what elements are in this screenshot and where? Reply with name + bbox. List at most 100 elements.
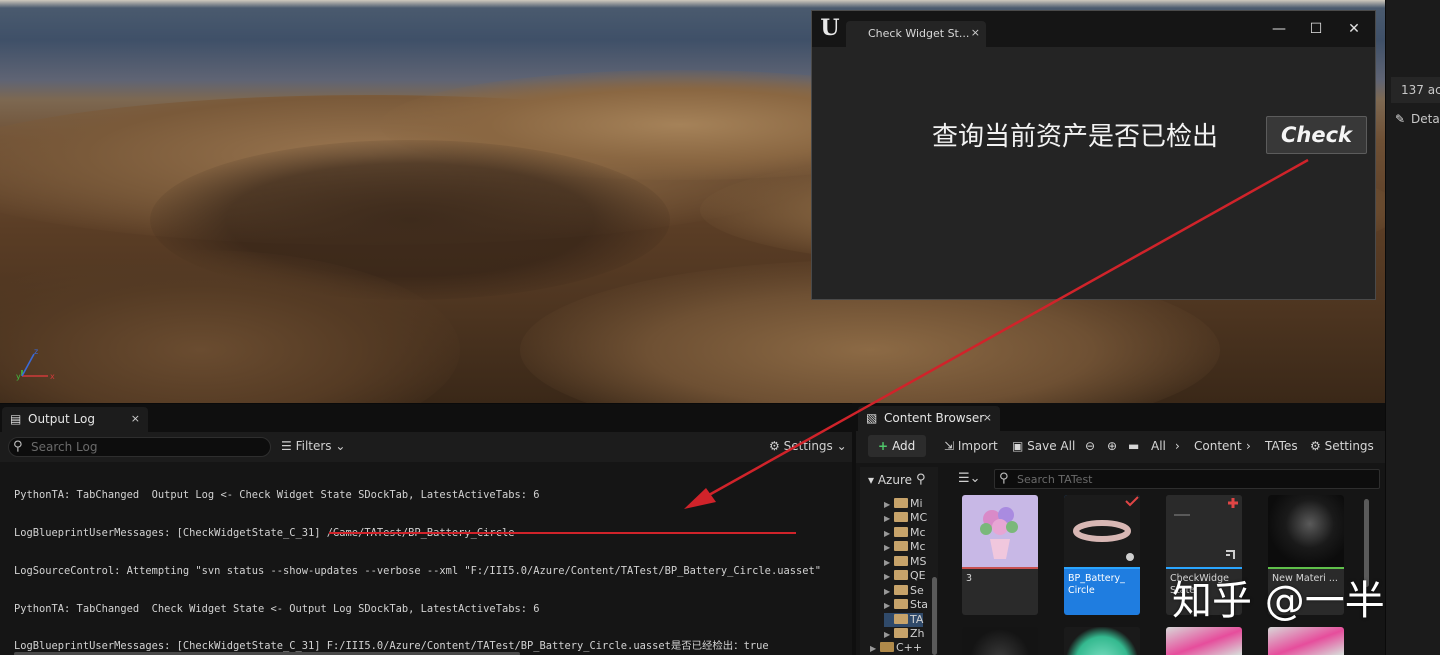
log-search-input[interactable] (31, 439, 261, 455)
widget-blueprint-icon (1174, 498, 1238, 559)
tab-close-icon[interactable]: × (983, 411, 992, 424)
folder-label: Se (910, 584, 924, 597)
chevron-right-icon: ▶ (884, 529, 891, 538)
check-button[interactable]: Check (1266, 116, 1367, 154)
tab-output-log[interactable]: ▤ Output Log × (2, 407, 148, 432)
folder-icon (894, 541, 908, 551)
watermark-text: 知乎 @一半 (1172, 578, 1385, 624)
search-icon: ⚲ (999, 471, 1009, 486)
tab-close-icon[interactable]: × (131, 412, 140, 425)
svg-text:z: z (34, 348, 38, 356)
pencil-icon: ✎ (1394, 112, 1406, 126)
minimize-button[interactable]: — (1267, 19, 1291, 39)
settings-label: Settings (1324, 439, 1374, 453)
tab-content-browser[interactable]: ▧ Content Browser × (858, 406, 1000, 431)
chevron-down-icon: ⌄ (331, 439, 346, 453)
asset-thumbnail (1064, 495, 1140, 567)
asset-tile-selected[interactable]: BP_Battery_ Circle (1064, 495, 1140, 615)
tab-label: Content Browser (884, 411, 985, 425)
asset-tile[interactable]: 3 (962, 495, 1038, 615)
folder-item[interactable]: ▶ Zh (884, 627, 925, 641)
save-all-button[interactable]: ▣ Save All (1012, 439, 1075, 453)
folder-item-selected[interactable]: TA (884, 613, 924, 627)
asset-thumbnail (962, 495, 1038, 567)
breadcrumb-content[interactable]: Content (1194, 439, 1242, 453)
vertical-scrollbar[interactable] (932, 577, 937, 655)
folder-item[interactable]: ▶ Mi (884, 497, 923, 511)
asset-thumbnail[interactable] (962, 627, 1038, 655)
asset-view: ☰⌄ ⚲ 3 BP_Batte (952, 467, 1385, 655)
folder-label: Mi (910, 497, 923, 510)
import-label: Import (957, 439, 998, 453)
chevron-down-icon: ⌄ (832, 439, 847, 453)
output-log-toolbar: ⚲ ☰ Filters ⌄ ⚙ Settings ⌄ (0, 432, 852, 462)
folder-icon: ▬ (1128, 439, 1140, 453)
chevron-right-icon: ▶ (884, 572, 891, 581)
log-line: PythonTA: TabChanged Check Widget State … (14, 602, 540, 615)
history-back-icon[interactable]: ⊖ (1085, 439, 1095, 453)
checkout-question-label: 查询当前资产是否已检出 (932, 122, 1219, 152)
folder-item[interactable]: ▶ C++ (870, 641, 922, 655)
folder-label: MS (910, 555, 927, 568)
folder-item[interactable]: ▶ MS (884, 555, 926, 569)
import-button[interactable]: ⇲ Import (944, 439, 998, 453)
chevron-right-icon: ▶ (870, 644, 877, 653)
folder-item[interactable]: ▶ MC (884, 511, 927, 525)
folder-icon (894, 599, 908, 609)
folder-item[interactable]: ▶ QE (884, 569, 926, 583)
maximize-button[interactable]: ☐ (1304, 19, 1328, 39)
log-line: PythonTA: TabChanged Output Log <- Check… (14, 489, 540, 502)
add-label: Add (892, 439, 916, 453)
details-tab[interactable]: ✎ Detai (1391, 108, 1440, 130)
folder-item[interactable]: ▶ Mc (884, 540, 926, 554)
tab-check-widget-state[interactable]: Check Widget St... × (846, 21, 986, 47)
history-forward-icon[interactable]: ⊕ (1107, 439, 1117, 453)
flower-vase-icon (980, 507, 1018, 559)
filter-icon[interactable]: ☰⌄ (958, 471, 981, 486)
svg-text:y: y (16, 372, 21, 381)
folder-icon (894, 585, 908, 595)
import-icon: ⇲ (944, 439, 958, 453)
asset-thumbnail (1166, 495, 1242, 567)
folder-item[interactable]: ▶ Sta (884, 598, 928, 612)
breadcrumb-all[interactable]: All (1151, 439, 1166, 453)
folder-icon (894, 614, 908, 624)
axis-gizmo-icon: x y z (16, 348, 55, 381)
folder-label: QE (910, 569, 926, 582)
tab-label: Check Widget St... (868, 27, 970, 40)
unreal-logo-icon: U (820, 15, 840, 41)
output-log-tabbar: ▤ Output Log × (0, 404, 852, 432)
asset-search-input[interactable] (1017, 471, 1367, 487)
asset-thumbnail[interactable] (1064, 627, 1140, 655)
tab-label: Output Log (28, 412, 95, 426)
folder-label: Zh (910, 627, 925, 640)
add-button[interactable]: + Add (868, 435, 926, 457)
folder-item[interactable]: ▶ Se (884, 584, 924, 598)
root-folder[interactable]: ▾ Azure (868, 473, 912, 487)
filters-dropdown[interactable]: ☰ Filters ⌄ (281, 439, 345, 453)
log-lines[interactable]: PythonTA: TabChanged Output Log <- Check… (14, 464, 844, 655)
asset-type-bar (962, 567, 1038, 569)
chevron-right-icon: ▶ (884, 514, 891, 523)
breadcrumb-tatest[interactable]: TATes (1265, 439, 1298, 453)
check-widget-window: U Check Widget St... × — ☐ ✕ 查询当前资产是否已检出… (811, 10, 1376, 300)
content-browser-toolbar: + Add ⇲ Import ▣ Save All ⊖ ⊕ ▬ All › Con… (856, 431, 1385, 463)
asset-search-box[interactable]: ⚲ (994, 469, 1380, 489)
folder-icon (894, 556, 908, 566)
asset-thumbnail[interactable] (1268, 627, 1344, 655)
close-button[interactable]: ✕ (1342, 19, 1366, 39)
settings-button[interactable]: ⚙ Settings (1310, 439, 1374, 453)
search-icon[interactable]: ⚲ (916, 472, 926, 487)
tab-close-icon[interactable]: × (971, 26, 980, 39)
battery-circle-icon (1073, 496, 1139, 561)
gear-icon: ⚙ (769, 439, 784, 453)
content-browser-tabbar: ▧ Content Browser × (856, 403, 1385, 431)
asset-thumbnail[interactable] (1166, 627, 1242, 655)
asset-label: BP_Battery_ Circle (1068, 573, 1125, 596)
chevron-right-icon: ▶ (884, 500, 891, 509)
output-log-panel: ▤ Output Log × ⚲ ☰ Filters ⌄ ⚙ Settings … (0, 403, 852, 655)
window-titlebar[interactable]: U Check Widget St... × — ☐ ✕ (812, 11, 1375, 47)
settings-dropdown[interactable]: ⚙ Settings ⌄ (769, 439, 847, 453)
log-search-box[interactable]: ⚲ (8, 437, 271, 457)
folder-item[interactable]: ▶ Mc (884, 526, 926, 540)
